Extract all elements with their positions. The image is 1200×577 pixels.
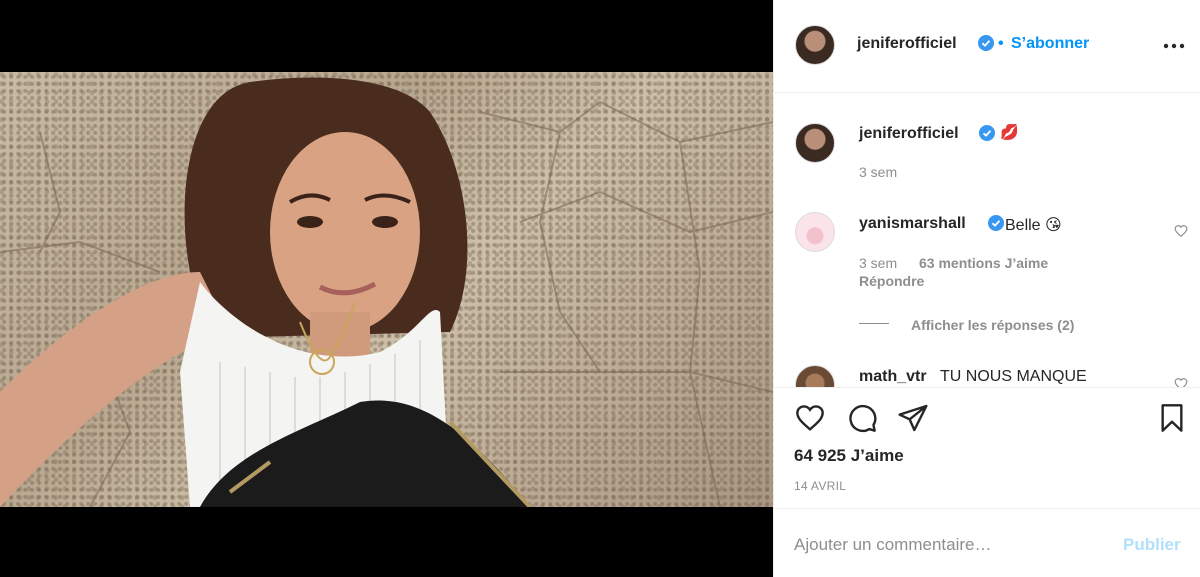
- caption-time[interactable]: 3 sem: [859, 164, 897, 180]
- follow-button[interactable]: S’abonner: [1011, 35, 1089, 53]
- comment-like-heart-icon[interactable]: [1174, 224, 1188, 238]
- comment-time[interactable]: 3 sem: [859, 255, 897, 271]
- share-paper-plane-icon[interactable]: [897, 402, 929, 434]
- comment-bubble-icon[interactable]: [846, 402, 878, 434]
- verified-badge-icon: [975, 125, 995, 144]
- more-options-icon[interactable]: [1163, 38, 1185, 56]
- comment-like-heart-icon[interactable]: [1174, 377, 1188, 387]
- caption-text: 💋: [1000, 124, 1019, 141]
- verified-badge-icon: [974, 35, 994, 54]
- like-heart-icon[interactable]: [794, 402, 826, 434]
- post-header: jeniferofficiel • S’abonner: [774, 0, 1200, 93]
- save-bookmark-icon[interactable]: [1156, 402, 1188, 434]
- comment-username[interactable]: yanismarshall: [859, 215, 966, 233]
- comment-avatar[interactable]: [795, 212, 835, 252]
- comments-list[interactable]: jeniferofficiel 💋 3 sem yanismarshall Be…: [774, 93, 1200, 388]
- comment-likes[interactable]: 63 mentions J’aime: [919, 255, 1048, 271]
- comment-text: TU NOUS MANQUE: [940, 368, 1087, 385]
- author-username[interactable]: jeniferofficiel: [857, 35, 957, 53]
- post-media[interactable]: [0, 0, 773, 577]
- comment-avatar[interactable]: [795, 365, 835, 387]
- replies-divider: [859, 323, 889, 324]
- post-date[interactable]: 14 AVRIL: [794, 479, 846, 493]
- comment-username[interactable]: math_vtr: [859, 368, 927, 386]
- comment-text: Belle 😘: [1005, 217, 1062, 234]
- caption-username[interactable]: jeniferofficiel: [859, 125, 959, 143]
- view-replies-button[interactable]: Afficher les réponses (2): [911, 317, 1074, 333]
- selfie-illustration: [0, 77, 773, 507]
- caption-avatar[interactable]: [795, 123, 835, 163]
- author-avatar[interactable]: [795, 25, 835, 65]
- post-actions: 64 925 J’aime 14 AVRIL: [774, 388, 1200, 509]
- post-photo[interactable]: [0, 72, 773, 507]
- dot-separator: •: [998, 35, 1004, 52]
- comment-input[interactable]: Ajouter un commentaire…: [794, 535, 991, 555]
- reply-button[interactable]: Répondre: [859, 273, 924, 289]
- post-sidebar: jeniferofficiel • S’abonner jeniferoffic…: [773, 0, 1200, 577]
- add-comment-bar: Ajouter un commentaire… Publier: [774, 509, 1200, 577]
- verified-badge-icon: [984, 215, 1004, 234]
- publish-button[interactable]: Publier: [1123, 535, 1181, 555]
- likes-count[interactable]: 64 925 J’aime: [794, 446, 904, 466]
